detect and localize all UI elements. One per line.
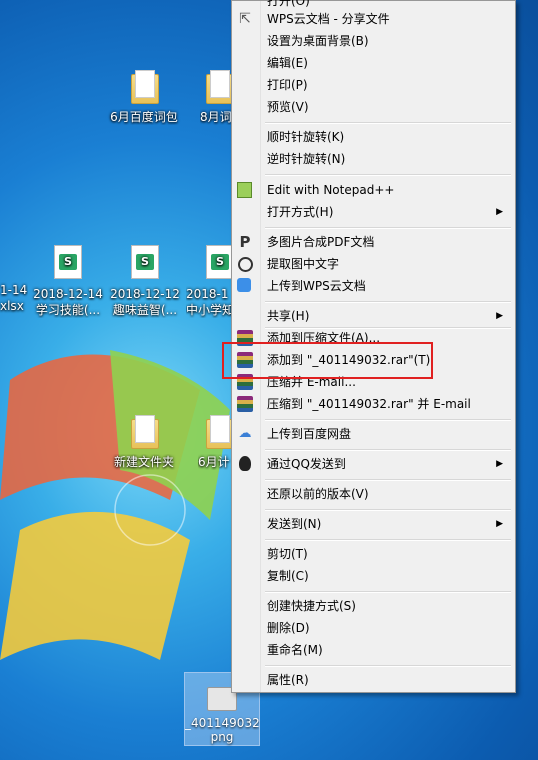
cloud-box-icon [237, 278, 251, 292]
menu-separator [265, 122, 511, 124]
desktop-icon-excel[interactable]: S 2018-1 中小学知 [186, 245, 234, 318]
menu-item-rename[interactable]: 重命名(M) [234, 639, 513, 661]
menu-item-set-wallpaper[interactable]: 设置为桌面背景(B) [234, 30, 513, 52]
menu-item-label: 打印(P) [267, 78, 308, 92]
menu-item-cut[interactable]: 剪切(T) [234, 543, 513, 565]
menu-item-label: 逆时针旋转(N) [267, 152, 346, 166]
winrar-icon [237, 396, 253, 412]
spreadsheet-icon: S [206, 245, 234, 279]
qq-icon [239, 456, 251, 471]
desktop-icon-folder[interactable]: 8月词 [184, 70, 234, 125]
menu-separator [265, 174, 511, 176]
menu-item-wps-share[interactable]: ⇱ WPS云文档 - 分享文件 [234, 8, 513, 30]
menu-item-label: 发送到(N) [267, 517, 322, 531]
desktop-icon-folder[interactable]: 新建文件夹 [100, 415, 188, 470]
menu-item-share[interactable]: 共享(H) ▶ [234, 305, 513, 327]
menu-item-label: 还原以前的版本(V) [267, 487, 369, 501]
menu-item-label: 通过QQ发送到 [267, 457, 346, 471]
desktop-icon-folder[interactable]: 6月计 [190, 415, 234, 470]
menu-separator [265, 227, 511, 229]
folder-icon [206, 415, 234, 449]
desktop-icon-label: 6月计 [198, 455, 230, 469]
menu-item-preview[interactable]: 预览(V) [234, 96, 513, 118]
menu-item-rotate-cw[interactable]: 顺时针旋转(K) [234, 126, 513, 148]
menu-separator [265, 665, 511, 667]
menu-item-label: 顺时针旋转(K) [267, 130, 345, 144]
menu-item-label: 提取图中文字 [267, 257, 340, 271]
menu-separator [265, 301, 511, 303]
folder-icon [131, 415, 159, 449]
menu-separator [265, 509, 511, 511]
menu-item-label: 创建快捷方式(S) [267, 599, 356, 613]
desktop-icon-folder[interactable]: 6月百度词包 [100, 70, 188, 125]
menu-separator [265, 479, 511, 481]
desktop-icon-label: 2018-1 [186, 287, 229, 301]
menu-item-label: 复制(C) [267, 569, 309, 583]
menu-item-label: 编辑(E) [267, 56, 308, 70]
menu-item-upload-wps[interactable]: 上传到WPS云文档 [234, 275, 513, 297]
submenu-arrow-icon: ▶ [496, 459, 503, 469]
file-ext: png [210, 730, 234, 744]
menu-item-print[interactable]: 打印(P) [234, 74, 513, 96]
menu-item-label: 重命名(M) [267, 643, 323, 657]
menu-item-rotate-ccw[interactable]: 逆时针旋转(N) [234, 148, 513, 170]
share-icon: ⇱ [239, 11, 251, 27]
menu-item-label: 上传到百度网盘 [267, 427, 352, 441]
menu-separator [265, 591, 511, 593]
ocr-icon [238, 257, 253, 272]
menu-item-create-shortcut[interactable]: 创建快捷方式(S) [234, 595, 513, 617]
highlight-box [222, 342, 433, 379]
menu-item-label: 设置为桌面背景(B) [267, 34, 369, 48]
menu-item-restore-versions[interactable]: 还原以前的版本(V) [234, 483, 513, 505]
menu-item-properties[interactable]: 属性(R) [234, 669, 513, 691]
desktop-icon-label: 2018-12-12 [110, 287, 180, 301]
menu-item-label: Edit with Notepad++ [267, 183, 395, 197]
spreadsheet-icon: S [54, 245, 82, 279]
submenu-arrow-icon: ▶ [496, 519, 503, 529]
desktop-icon-label: 8月词 [200, 110, 232, 124]
desktop-icon-label: 2018-12-14 [33, 287, 103, 301]
menu-item-open-with[interactable]: 打开方式(H) ▶ [234, 201, 513, 223]
desktop-icon-excel[interactable]: S 2018-12-12 趣味益智(... [101, 245, 189, 318]
menu-item-ocr[interactable]: 提取图中文字 [234, 253, 513, 275]
menu-item-qq-send[interactable]: 通过QQ发送到 ▶ [234, 453, 513, 475]
menu-item-label: WPS云文档 - 分享文件 [267, 12, 390, 26]
menu-item-label: 剪切(T) [267, 547, 308, 561]
desktop-icon-label: 新建文件夹 [113, 455, 174, 469]
menu-separator [265, 449, 511, 451]
notepad-icon [237, 182, 252, 198]
menu-item-label: 上传到WPS云文档 [267, 279, 366, 293]
spreadsheet-icon: S [131, 245, 159, 279]
desktop-icon-excel[interactable]: S 2018-12-14 学习技能(... [24, 245, 112, 318]
submenu-arrow-icon: ▶ [496, 311, 503, 321]
menu-item-label: 多图片合成PDF文档 [267, 235, 375, 249]
desktop-icon-label: 中小学知 [186, 303, 232, 317]
desktop-icon-label: 学习技能(... [35, 303, 101, 317]
menu-item-label: 打开方式(H) [267, 205, 334, 219]
menu-item-baidu-upload[interactable]: ☁ 上传到百度网盘 [234, 423, 513, 445]
menu-item-copy[interactable]: 复制(C) [234, 565, 513, 587]
menu-item-label: 共享(H) [267, 309, 310, 323]
menu-item-compress-rar-email[interactable]: 压缩到 "_401149032.rar" 并 E-mail [234, 393, 513, 415]
menu-item-merge-pdf[interactable]: P 多图片合成PDF文档 [234, 231, 513, 253]
baidu-cloud-icon: ☁ [238, 426, 252, 441]
desktop-icon-label: 趣味益智(... [112, 303, 178, 317]
menu-separator [265, 419, 511, 421]
menu-item-label: 压缩到 "_401149032.rar" 并 E-mail [267, 397, 471, 411]
menu-item-notepadpp[interactable]: Edit with Notepad++ [234, 179, 513, 201]
pdf-icon: P [239, 233, 251, 251]
folder-icon [206, 70, 234, 104]
folder-icon [131, 70, 159, 104]
menu-item-edit[interactable]: 编辑(E) [234, 52, 513, 74]
menu-item-label: 属性(R) [267, 673, 309, 687]
menu-item-label: 预览(V) [267, 100, 309, 114]
desktop-icon-label: 6月百度词包 [110, 110, 178, 124]
file-name: _401149032. [185, 716, 259, 730]
menu-item-send-to[interactable]: 发送到(N) ▶ [234, 513, 513, 535]
menu-item-label: 删除(D) [267, 621, 310, 635]
menu-separator [265, 539, 511, 541]
menu-item-delete[interactable]: 删除(D) [234, 617, 513, 639]
submenu-arrow-icon: ▶ [496, 207, 503, 217]
